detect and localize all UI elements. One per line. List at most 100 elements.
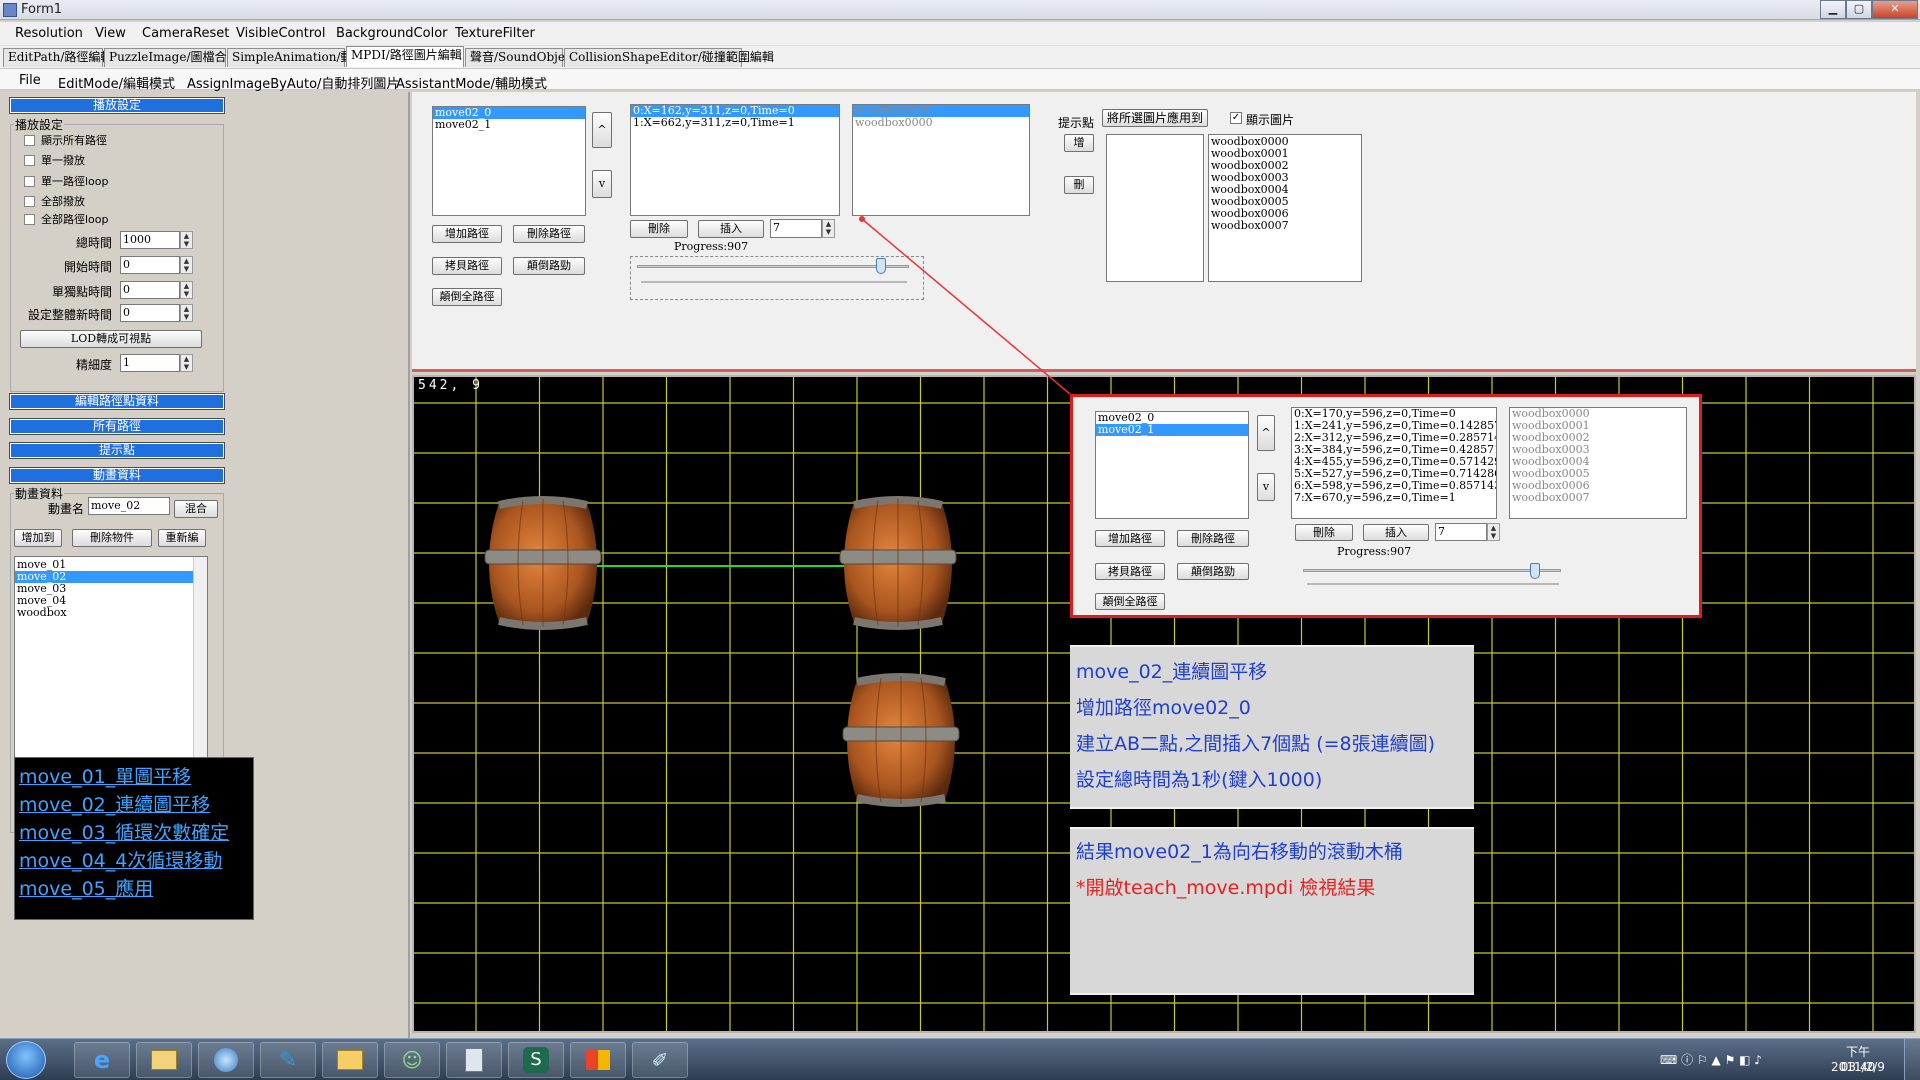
- explorer-icon[interactable]: [322, 1042, 378, 1078]
- insert-point-button[interactable]: 插入: [698, 220, 764, 238]
- inset-point-item: 7:X=670,y=596,z=0,Time=1: [1294, 491, 1456, 504]
- move-down-button[interactable]: v: [592, 170, 612, 198]
- calculator-icon[interactable]: [446, 1042, 502, 1078]
- add-path-button[interactable]: 增加路徑: [432, 225, 502, 243]
- minimize-button[interactable]: ▁: [1820, 0, 1846, 19]
- maximize-button[interactable]: ▢: [1846, 0, 1872, 19]
- tab-edit-path[interactable]: EditPath/路徑編輯: [3, 48, 112, 67]
- precision-spinner[interactable]: ▲ ▼: [180, 354, 193, 372]
- menu-assign-image[interactable]: AssignImageByAuto/自動排列圖片: [187, 73, 399, 92]
- copy-path-button[interactable]: 拷貝路徑: [432, 257, 502, 275]
- image-list-item[interactable]: woodbox0000: [853, 117, 1029, 129]
- image-list[interactable]: woodbox0000 woodbox0000: [852, 104, 1030, 216]
- tab-puzzle-image[interactable]: PuzzleImage/圖檔合併: [104, 48, 239, 67]
- checkbox-single-play[interactable]: [24, 155, 35, 166]
- reverse-all-paths-button[interactable]: 顛倒全路徑: [432, 288, 502, 306]
- path-list-item[interactable]: move02_1: [433, 119, 585, 131]
- anim-data-header[interactable]: 動畫資料: [9, 467, 225, 484]
- woodbox-list[interactable]: woodbox0000 woodbox0001 woodbox0002 wood…: [1208, 134, 1362, 282]
- menu-visible-control[interactable]: VisibleControl: [236, 26, 325, 41]
- checkbox-play-all[interactable]: [24, 196, 35, 207]
- close-button[interactable]: ✕: [1872, 0, 1918, 19]
- apply-selected-image-button[interactable]: 將所選圖片應用到: [1102, 109, 1208, 127]
- instruction-line: 設定總時間為1秒(鍵入1000): [1076, 769, 1323, 791]
- label-single-path-loop: 單一路徑loop: [41, 175, 109, 188]
- inset-slider-tick-line: [1307, 583, 1559, 585]
- add-hint-button[interactable]: 增: [1064, 134, 1094, 152]
- play-settings-header[interactable]: 播放設定: [9, 97, 225, 114]
- precision-input[interactable]: 1: [120, 354, 180, 372]
- delete-hint-button[interactable]: 刪: [1064, 176, 1094, 194]
- show-image-label: 顯示圖片: [1246, 113, 1295, 127]
- label-start-time: 開始時間: [63, 260, 112, 274]
- start-time-spinner[interactable]: ▲ ▼: [180, 256, 193, 274]
- tab-mpdi[interactable]: MPDI/路徑圖片編輯: [346, 46, 464, 67]
- delete-path-button[interactable]: 刪除路徑: [513, 225, 585, 243]
- menu-view[interactable]: View: [95, 26, 126, 41]
- point-list[interactable]: 0:X=162,y=311,z=0,Time=0 1:X=662,y=311,z…: [630, 104, 840, 216]
- add-to-button[interactable]: 增加到: [14, 529, 62, 547]
- edit-path-points-header[interactable]: 編輯路徑點資料: [9, 393, 225, 410]
- inset-insert-count: 7: [1435, 523, 1487, 541]
- inset-screenshot: move02_0 move02_1 ^ v 增加路徑 刪除路徑 拷貝路徑 顛倒路…: [1070, 394, 1702, 618]
- all-paths-header[interactable]: 所有路徑: [9, 418, 225, 435]
- total-time-spinner[interactable]: ▲ ▼: [180, 231, 193, 249]
- people-icon[interactable]: ☺: [384, 1042, 440, 1078]
- move-up-button[interactable]: ^: [592, 112, 612, 148]
- globe-icon[interactable]: [198, 1042, 254, 1078]
- menu-background-color[interactable]: BackgroundColor: [336, 26, 448, 41]
- menu-assistant-mode[interactable]: AssistantMode/輔助模式: [396, 73, 547, 92]
- delete-point-button[interactable]: 刪除: [630, 220, 688, 238]
- ie-icon[interactable]: e: [74, 1042, 130, 1078]
- insert-count-spinner[interactable]: ▲ ▼: [822, 219, 835, 238]
- lod-button[interactable]: LOD轉成可視點: [20, 330, 202, 348]
- checkbox-single-path-loop[interactable]: [24, 176, 35, 187]
- menu-resolution[interactable]: Resolution: [15, 26, 83, 41]
- menu-camera-reset[interactable]: CameraReset: [142, 26, 229, 41]
- anim-list-item[interactable]: woodbox: [15, 607, 207, 619]
- folder-window-icon[interactable]: [136, 1042, 192, 1078]
- taskbar: e ✎ ☺ S ✐ ⌨ ⓘ ⚐ ▲ ⚑ ◧ ♪ 下午 03:40 2011/2/…: [0, 1038, 1920, 1080]
- label-anim-name: 動畫名: [47, 502, 84, 516]
- menu-file[interactable]: File: [19, 73, 41, 88]
- show-image-checkbox[interactable]: ✓: [1230, 112, 1242, 124]
- set-total-time-spinner[interactable]: ▲ ▼: [180, 304, 193, 322]
- hint-list[interactable]: [1106, 134, 1204, 282]
- point-time-spinner[interactable]: ▲ ▼: [180, 281, 193, 299]
- tab-simple-animation[interactable]: SimpleAnimation/動畫: [227, 48, 364, 67]
- start-time-input[interactable]: 0: [120, 256, 180, 274]
- anim-name-input[interactable]: move_02: [88, 497, 170, 515]
- hint-points-header[interactable]: 提示點: [9, 442, 225, 459]
- tray-icons[interactable]: ⌨ ⓘ ⚐ ▲ ⚑ ◧ ♪: [1660, 1051, 1762, 1068]
- progress-slider-track[interactable]: [637, 265, 909, 268]
- menu-texture-filter[interactable]: TextureFilter: [455, 26, 535, 41]
- progress-slider-thumb[interactable]: [876, 258, 887, 274]
- set-total-time-input[interactable]: 0: [120, 304, 180, 322]
- path-list[interactable]: move02_0 move02_1: [432, 106, 586, 216]
- tutorial-line: move_05_應用: [19, 878, 154, 900]
- insert-count-input[interactable]: 7: [770, 219, 822, 238]
- inset-insert-spinner: ▲ ▼: [1487, 523, 1500, 541]
- checkbox-all-paths-loop[interactable]: [24, 214, 35, 225]
- reverse-path-button[interactable]: 顛倒路勁: [513, 257, 585, 275]
- woodbox-list-item[interactable]: woodbox0007: [1209, 220, 1361, 232]
- pen-icon[interactable]: ✐: [632, 1042, 688, 1078]
- rename-button[interactable]: 重新編: [158, 529, 206, 547]
- app-s-icon[interactable]: S: [508, 1042, 564, 1078]
- point-list-item[interactable]: 1:X=662,y=311,z=0,Time=1: [631, 117, 839, 129]
- point-time-input[interactable]: 0: [120, 281, 180, 299]
- menu-edit-mode[interactable]: EditMode/編輯模式: [58, 73, 175, 92]
- start-orb-icon[interactable]: [6, 1041, 46, 1079]
- hint-points-label: 提示點: [1058, 116, 1095, 130]
- total-time-input[interactable]: 1000: [120, 231, 180, 249]
- show-desktop-button[interactable]: [1904, 1039, 1920, 1080]
- tab-collision-shape[interactable]: CollisionShapeEditor/碰撞範圍編輯: [564, 48, 774, 67]
- barrel-icon: [842, 673, 960, 807]
- delete-object-button[interactable]: 刪除物件: [72, 529, 152, 547]
- mix-button[interactable]: 混合: [174, 500, 218, 518]
- clock-date[interactable]: 2011/2/9: [1828, 1060, 1888, 1074]
- checkbox-show-all-paths[interactable]: [24, 135, 35, 146]
- office-icon[interactable]: [570, 1042, 626, 1078]
- tab-sound-object[interactable]: 聲音/SoundObject: [465, 48, 577, 67]
- feather-icon[interactable]: ✎: [260, 1042, 316, 1078]
